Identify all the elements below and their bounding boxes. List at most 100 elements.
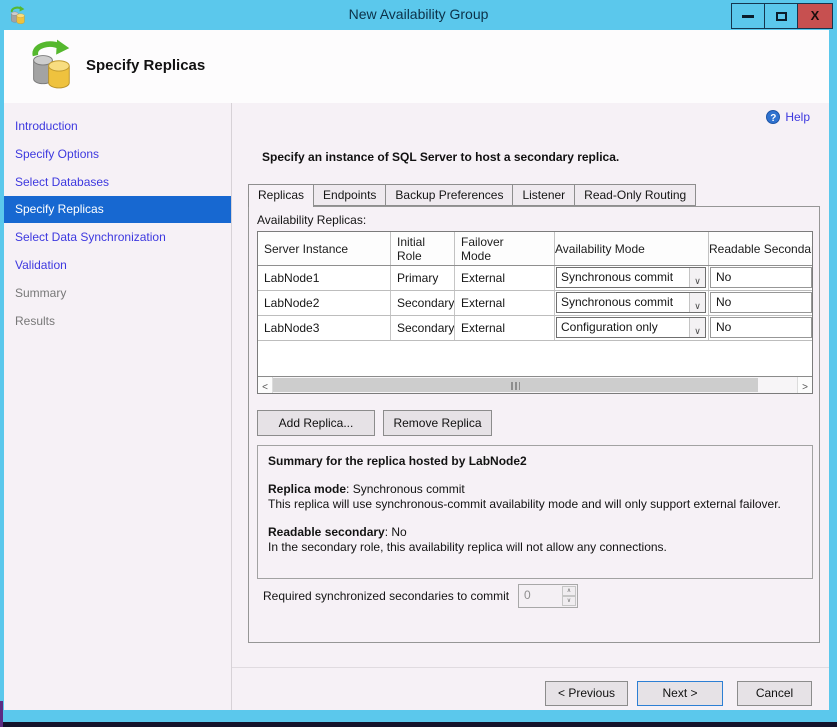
sidebar-item-validation[interactable]: Validation xyxy=(4,251,231,279)
dropdown-value: Synchronous commit xyxy=(557,293,689,312)
tab-read-only-routing[interactable]: Read-Only Routing xyxy=(575,184,696,206)
instruction-text: Specify an instance of SQL Server to hos… xyxy=(262,150,619,164)
desktop-edge-accent xyxy=(0,701,3,727)
cell-failover-mode: External xyxy=(455,316,555,340)
replica-mode-line: Replica mode: Synchronous commit xyxy=(268,482,802,497)
tab-endpoints[interactable]: Endpoints xyxy=(314,184,386,206)
column-header-failover-mode: Failover Mode xyxy=(455,232,555,265)
cell-readable-secondary: No xyxy=(709,266,812,290)
grid-empty-area xyxy=(258,341,812,376)
replica-mode-description: This replica will use synchronous-commit… xyxy=(268,497,802,512)
spinner-up-icon[interactable] xyxy=(562,586,576,596)
tab-listener[interactable]: Listener xyxy=(513,184,575,206)
tab-strip: Replicas Endpoints Backup Preferences Li… xyxy=(248,184,696,207)
sidebar-item-introduction[interactable]: Introduction xyxy=(4,112,231,140)
readable-secondary-description: In the secondary role, this availability… xyxy=(268,540,802,555)
chevron-down-icon[interactable] xyxy=(689,318,705,337)
cell-readable-secondary: No xyxy=(709,291,812,315)
help-label: Help xyxy=(785,110,810,124)
help-link[interactable]: Help xyxy=(766,110,810,124)
table-row[interactable]: LabNode1 Primary External Synchronous co… xyxy=(258,266,812,291)
availability-mode-dropdown[interactable]: Synchronous commit xyxy=(556,267,706,288)
required-secondaries-label: Required synchronized secondaries to com… xyxy=(263,589,509,603)
cell-availability-mode: Synchronous commit xyxy=(555,266,709,290)
column-header-server-instance: Server Instance xyxy=(258,232,391,265)
availability-group-icon xyxy=(28,39,73,94)
desktop: New Availability Group Specify Replicas xyxy=(0,0,837,727)
chevron-down-icon[interactable] xyxy=(689,293,705,312)
dropdown-value: Synchronous commit xyxy=(557,268,689,287)
column-header-initial-role: Initial Role xyxy=(391,232,455,265)
wizard-steps-sidebar: Introduction Specify Options Select Data… xyxy=(4,103,231,710)
readable-secondary-dropdown[interactable]: No xyxy=(710,292,812,313)
window-controls xyxy=(731,3,833,29)
table-row[interactable]: LabNode3 Secondary External Configuratio… xyxy=(258,316,812,341)
previous-button[interactable]: < Previous xyxy=(545,681,628,706)
availability-replicas-grid: Server Instance Initial Role Failover Mo… xyxy=(257,231,813,394)
sidebar-item-results: Results xyxy=(4,307,231,335)
page-title: Specify Replicas xyxy=(86,57,205,74)
close-button[interactable] xyxy=(797,3,833,29)
divider xyxy=(232,667,829,668)
cell-failover-mode: External xyxy=(455,291,555,315)
cancel-button[interactable]: Cancel xyxy=(737,681,812,706)
availability-mode-dropdown[interactable]: Configuration only xyxy=(556,317,706,338)
cell-failover-mode: External xyxy=(455,266,555,290)
scroll-right-arrow-icon[interactable] xyxy=(797,377,812,393)
sidebar-item-select-data-synchronization[interactable]: Select Data Synchronization xyxy=(4,223,231,251)
summary-title: Summary for the replica hosted by LabNod… xyxy=(268,454,802,469)
grid-header-row: Server Instance Initial Role Failover Mo… xyxy=(258,232,812,266)
cell-availability-mode: Synchronous commit xyxy=(555,291,709,315)
add-replica-button[interactable]: Add Replica... xyxy=(257,410,375,436)
maximize-icon xyxy=(776,12,787,21)
table-row[interactable]: LabNode2 Secondary External Synchronous … xyxy=(258,291,812,316)
availability-replicas-label: Availability Replicas: xyxy=(257,213,366,227)
minimize-icon xyxy=(742,15,754,18)
sidebar-item-select-databases[interactable]: Select Databases xyxy=(4,168,231,196)
horizontal-scrollbar[interactable] xyxy=(258,376,812,393)
sidebar-item-summary: Summary xyxy=(4,279,231,307)
wizard-content: Specify Replicas Introduction Specify Op… xyxy=(4,30,829,710)
availability-mode-dropdown[interactable]: Synchronous commit xyxy=(556,292,706,313)
chevron-down-icon[interactable] xyxy=(689,268,705,287)
window-title: New Availability Group xyxy=(0,6,837,22)
help-question-icon xyxy=(766,110,780,124)
required-secondaries-spinner[interactable]: 0 xyxy=(518,584,578,608)
sidebar-item-specify-options[interactable]: Specify Options xyxy=(4,140,231,168)
tab-backup-preferences[interactable]: Backup Preferences xyxy=(386,184,513,206)
column-header-readable-secondary: Readable Secondary xyxy=(709,232,812,265)
cell-readable-secondary: No xyxy=(709,316,812,340)
minimize-button[interactable] xyxy=(731,3,764,29)
cell-availability-mode: Configuration only xyxy=(555,316,709,340)
replica-summary-box: Summary for the replica hosted by LabNod… xyxy=(257,445,813,579)
cell-server-instance: LabNode3 xyxy=(258,316,391,340)
column-header-availability-mode: Availability Mode xyxy=(555,232,709,265)
next-button[interactable]: Next > xyxy=(637,681,723,706)
cell-initial-role: Primary xyxy=(391,266,455,290)
close-icon xyxy=(811,7,820,25)
cell-initial-role: Secondary xyxy=(391,291,455,315)
readable-secondary-dropdown[interactable]: No xyxy=(710,267,812,288)
maximize-button[interactable] xyxy=(764,3,797,29)
scrollbar-track[interactable] xyxy=(273,377,797,393)
divider xyxy=(231,103,232,710)
readable-secondary-dropdown[interactable]: No xyxy=(710,317,812,338)
tab-replicas[interactable]: Replicas xyxy=(248,184,314,207)
scrollbar-thumb[interactable] xyxy=(273,378,758,392)
scroll-left-arrow-icon[interactable] xyxy=(258,377,273,393)
cell-initial-role: Secondary xyxy=(391,316,455,340)
remove-replica-button[interactable]: Remove Replica xyxy=(383,410,492,436)
replicas-tab-panel: Availability Replicas: Server Instance I… xyxy=(248,206,820,643)
desktop-edge xyxy=(0,722,837,727)
cell-server-instance: LabNode1 xyxy=(258,266,391,290)
dropdown-value: Configuration only xyxy=(557,318,689,337)
wizard-header: Specify Replicas xyxy=(4,30,829,103)
scrollbar-grip-icon xyxy=(511,382,520,390)
spinner-value: 0 xyxy=(519,585,561,607)
spinner-buttons xyxy=(561,585,577,607)
sidebar-item-specify-replicas[interactable]: Specify Replicas xyxy=(4,196,231,223)
titlebar[interactable]: New Availability Group xyxy=(0,0,837,30)
readable-secondary-line: Readable secondary: No xyxy=(268,525,802,540)
spinner-down-icon[interactable] xyxy=(562,596,576,606)
cell-server-instance: LabNode2 xyxy=(258,291,391,315)
